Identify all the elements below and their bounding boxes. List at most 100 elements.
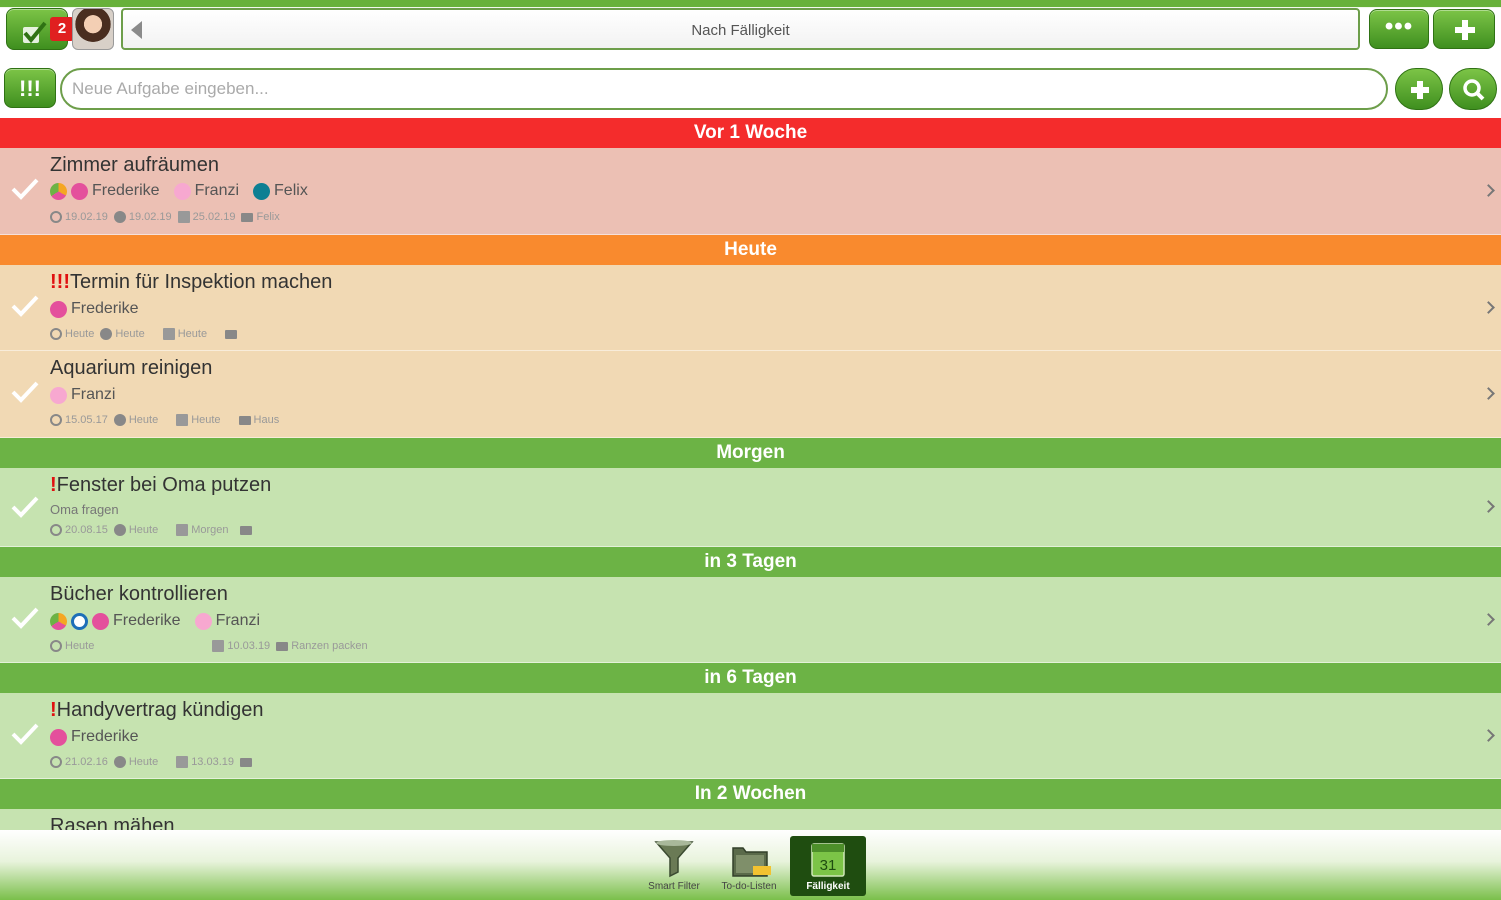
tab-smart-filter[interactable]: Smart Filter <box>638 836 710 896</box>
task-assignees: Frederike <box>50 728 153 746</box>
task-row[interactable]: Aquarium reinigen Franzi 15.05.17 Heute … <box>0 351 1501 438</box>
task-title: Bücher kontrollieren <box>50 583 228 605</box>
start-clock-icon <box>50 756 62 768</box>
person-dot-icon <box>194 612 212 630</box>
section-header: Heute <box>0 235 1501 265</box>
search-button[interactable] <box>1449 68 1497 110</box>
add-list-button[interactable] <box>1433 9 1495 49</box>
priority-label: !!! <box>19 76 41 101</box>
calendar-icon <box>162 328 175 340</box>
chevron-right-icon[interactable] <box>1482 729 1495 742</box>
group-icon <box>50 182 67 200</box>
app-menu-button[interactable]: 2 <box>6 8 74 50</box>
person-dot-icon <box>71 182 88 200</box>
task-title: !!!Termin für Inspektion machen <box>50 271 333 293</box>
task-row[interactable]: Zimmer aufräumen Frederike Franzi Felix … <box>0 148 1501 235</box>
task-dates: 15.05.17 Heute Heute Haus <box>50 414 285 426</box>
folder-icon <box>240 525 253 535</box>
folder-icon <box>240 757 253 767</box>
complete-check-icon[interactable] <box>10 494 40 520</box>
svg-text:31: 31 <box>820 857 837 874</box>
user-avatar[interactable] <box>72 8 114 50</box>
folder-icon <box>276 641 289 651</box>
search-icon <box>1463 79 1485 101</box>
task-dates: 20.08.15 Heute Morgen <box>50 524 261 536</box>
add-task-button[interactable] <box>1395 68 1443 110</box>
folder-icon <box>238 415 251 425</box>
complete-check-icon[interactable] <box>10 721 40 747</box>
complete-check-icon[interactable] <box>10 379 40 405</box>
complete-check-icon[interactable] <box>10 605 40 631</box>
chevron-right-icon[interactable] <box>1482 301 1495 314</box>
start-clock-icon <box>50 211 62 223</box>
task-title: Zimmer aufräumen <box>50 154 219 176</box>
task-dates: 19.02.19 19.02.19 25.02.19 Felix <box>50 211 286 223</box>
person-dot-icon <box>50 386 67 404</box>
task-row[interactable]: !Handyvertrag kündigen Frederike 21.02.1… <box>0 693 1501 779</box>
sort-selector[interactable]: Nach Fälligkeit <box>121 8 1360 50</box>
group-icon <box>50 612 67 630</box>
notification-badge: 2 <box>50 17 74 41</box>
eye-icon <box>71 612 88 630</box>
task-note: Oma fragen <box>50 502 119 517</box>
input-bar: !!! <box>0 62 1501 118</box>
calendar-icon <box>212 640 225 652</box>
section-header: Morgen <box>0 438 1501 468</box>
folder-pro-icon <box>732 847 771 877</box>
bottom-tab-bar: Smart Filter To-do-Listen 31 Fälligkeit <box>0 830 1501 900</box>
person-dot-icon <box>253 182 271 200</box>
priority-button[interactable]: !!! <box>4 68 56 108</box>
plus-icon <box>1455 20 1475 40</box>
task-dates: Heute 10.03.19 Ranzen packen <box>50 640 374 652</box>
calendar-icon <box>176 414 189 426</box>
chevron-right-icon[interactable] <box>1482 500 1495 513</box>
more-button[interactable]: ••• <box>1369 9 1429 49</box>
section-header: In 2 Wochen <box>0 779 1501 809</box>
chevron-right-icon[interactable] <box>1482 613 1495 626</box>
sort-label: Nach Fälligkeit <box>691 22 790 39</box>
calendar-icon <box>176 524 189 536</box>
section-header: Vor 1 Woche <box>0 118 1501 148</box>
calendar-icon <box>176 756 189 768</box>
top-toolbar: 2 Nach Fälligkeit ••• <box>0 0 1501 60</box>
calendar-icon: 31 <box>811 843 845 877</box>
chevron-right-icon[interactable] <box>1482 387 1495 400</box>
plus-icon <box>1411 81 1429 99</box>
person-dot-icon <box>50 300 67 318</box>
task-row[interactable]: !!!Termin für Inspektion machen Frederik… <box>0 265 1501 351</box>
tab-todo-lists[interactable]: To-do-Listen <box>713 836 785 896</box>
task-dates: 21.02.16 Heute 13.03.19 <box>50 756 261 768</box>
start-clock-icon <box>50 328 62 340</box>
task-dates: Heute Heute Heute <box>50 328 246 340</box>
calendar-icon <box>177 211 190 223</box>
start-clock-icon <box>50 524 62 536</box>
reminder-icon <box>113 524 126 536</box>
task-row[interactable]: !Fenster bei Oma putzen Oma fragen 20.08… <box>0 468 1501 547</box>
more-dots-icon: ••• <box>1384 13 1414 40</box>
task-assignees: Frederike Franzi <box>50 612 274 630</box>
person-dot-icon <box>173 182 191 200</box>
folder-icon <box>225 329 238 339</box>
task-title: Aquarium reinigen <box>50 357 213 379</box>
task-row[interactable]: Rasen mähen <box>0 809 1501 830</box>
task-assignees: Franzi <box>50 386 129 404</box>
task-assignees: Frederike <box>50 300 153 318</box>
new-task-input[interactable] <box>60 68 1388 110</box>
reminder-icon <box>113 756 126 768</box>
task-row[interactable]: Bücher kontrollieren Frederike Franzi He… <box>0 577 1501 663</box>
complete-check-icon[interactable] <box>10 293 40 319</box>
person-dot-icon <box>50 728 67 746</box>
task-title: !Fenster bei Oma putzen <box>50 474 272 496</box>
complete-check-icon[interactable] <box>10 176 40 202</box>
start-clock-icon <box>50 640 62 652</box>
chevron-right-icon[interactable] <box>1482 184 1495 197</box>
start-clock-icon <box>50 414 62 426</box>
tab-due-date[interactable]: 31 Fälligkeit <box>790 836 866 896</box>
funnel-icon <box>654 840 694 878</box>
folder-icon <box>241 212 254 222</box>
reminder-icon <box>100 328 113 340</box>
task-title: Rasen mähen <box>50 815 175 830</box>
section-header: in 3 Tagen <box>0 547 1501 577</box>
reminder-icon <box>113 211 126 223</box>
task-list: Vor 1 Woche Zimmer aufräumen Frederike F… <box>0 118 1501 830</box>
